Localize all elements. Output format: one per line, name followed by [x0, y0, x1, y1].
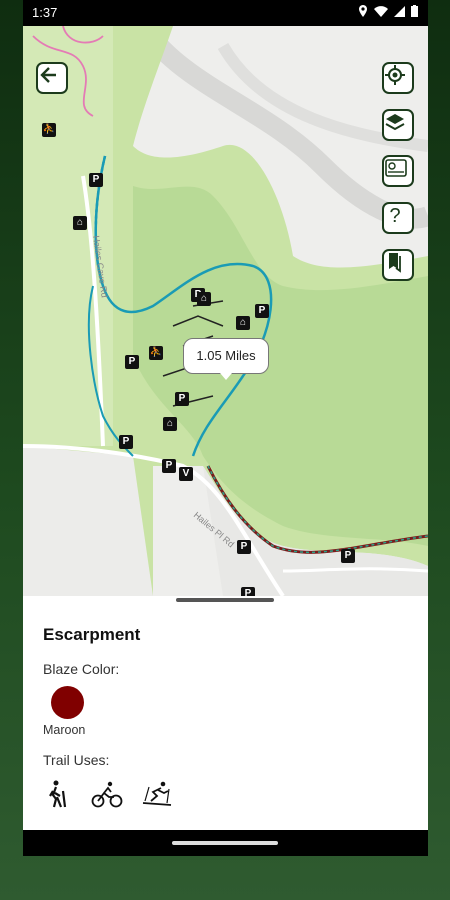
- map-legend-icon: [385, 159, 407, 177]
- parking-marker[interactable]: P: [119, 435, 133, 449]
- biking-icon: [91, 781, 123, 808]
- hiking-marker[interactable]: ⛹: [149, 346, 163, 360]
- skiing-icon: [142, 781, 172, 806]
- status-time: 1:37: [32, 5, 58, 20]
- help-button[interactable]: ?: [382, 202, 414, 234]
- parking-marker[interactable]: P: [162, 459, 176, 473]
- battery-status-icon: [411, 5, 418, 17]
- shelter-marker[interactable]: ⌂: [163, 417, 177, 431]
- bookmark-icon: [389, 253, 401, 273]
- shelter-marker[interactable]: ⌂: [236, 316, 250, 330]
- sheet-drag-handle[interactable]: [176, 598, 274, 602]
- trail-uses-label: Trail Uses:: [43, 752, 110, 768]
- blaze-color-label: Blaze Color:: [43, 661, 120, 677]
- parking-marker[interactable]: P: [255, 304, 269, 318]
- shelter-marker[interactable]: ⌂: [197, 292, 211, 306]
- trail-map[interactable]: Hailes Cave Rd Hailes Pl Rd P P P P P P …: [23, 26, 428, 596]
- parking-marker[interactable]: P: [241, 587, 255, 596]
- bookmarks-button[interactable]: [382, 249, 414, 281]
- status-bar: 1:37: [23, 0, 428, 26]
- crosshair-icon: [385, 65, 405, 85]
- parking-marker[interactable]: P: [89, 173, 103, 187]
- legend-button[interactable]: [382, 155, 414, 187]
- system-nav-bar: [23, 830, 428, 856]
- status-icons: [358, 5, 418, 17]
- layers-icon: [385, 114, 405, 131]
- hiking-marker[interactable]: ⛹: [42, 123, 56, 137]
- trail-uses-list: [43, 779, 173, 809]
- svg-text:?: ?: [389, 205, 400, 226]
- question-icon: ?: [389, 205, 400, 226]
- back-button[interactable]: [36, 62, 68, 94]
- map-canvas[interactable]: Hailes Cave Rd Hailes Pl Rd: [23, 26, 428, 596]
- distance-tooltip: 1.05 Miles: [183, 338, 269, 380]
- blaze-color-name: Maroon: [43, 723, 86, 737]
- location-status-icon: [359, 5, 367, 17]
- layers-button[interactable]: [382, 109, 414, 141]
- trail-title: Escarpment: [43, 625, 141, 644]
- parking-marker[interactable]: P: [341, 549, 355, 563]
- arrow-left-icon: [40, 67, 56, 83]
- my-location-button[interactable]: [382, 62, 414, 94]
- parking-marker[interactable]: P: [125, 355, 139, 369]
- wifi-status-icon: [374, 5, 388, 17]
- hiking-icon: [49, 780, 67, 808]
- trail-detail-sheet: Escarpment Blaze Color: Maroon Trail Use…: [23, 596, 428, 830]
- parking-marker[interactable]: P: [237, 540, 251, 554]
- blaze-color-swatch: [51, 686, 84, 719]
- home-gesture-pill[interactable]: [172, 841, 278, 845]
- signal-status-icon: [394, 5, 405, 17]
- parking-marker[interactable]: P: [175, 392, 189, 406]
- shelter-marker[interactable]: ⌂: [73, 216, 87, 230]
- visitor-marker[interactable]: V: [179, 467, 193, 481]
